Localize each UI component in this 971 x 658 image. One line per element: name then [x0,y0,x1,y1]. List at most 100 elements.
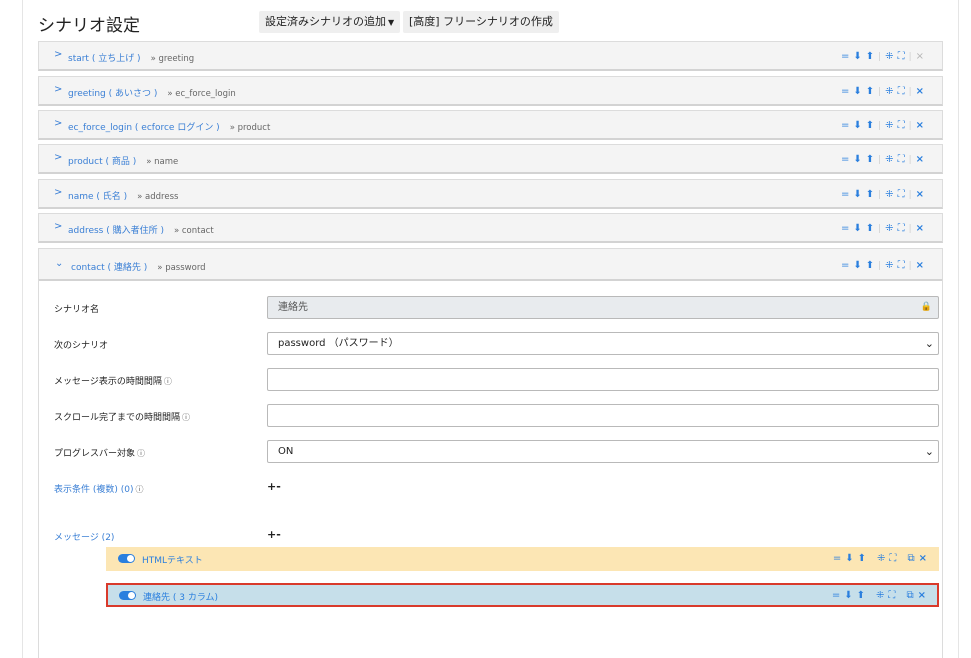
chevron-down-icon[interactable]: ⌄ [55,258,63,269]
collapse-icon[interactable]: ⁜ [876,590,884,602]
enable-toggle[interactable] [119,591,136,600]
message-interval-input[interactable] [267,368,939,391]
collapse-icon[interactable]: ⁜ [877,553,885,565]
arrow-up-icon[interactable]: ⬆ [866,260,874,272]
expand-icon[interactable]: ⛶ [898,260,905,272]
scenario-panel-product[interactable]: > product ( 商品 ) » name = ⬇ ⬆ | ⁜ ⛶ | × [38,144,943,174]
scenario-panel-start[interactable]: > start ( 立ち上げ ) » greeting = ⬇ ⬆ | ⁜ ⛶ |… [38,41,943,71]
equals-icon[interactable]: = [841,86,849,98]
collapse-icon[interactable]: ⁜ [885,154,893,166]
info-icon[interactable]: ⓘ [164,377,172,386]
info-icon[interactable]: ⓘ [182,413,190,422]
equals-icon[interactable]: = [841,223,849,235]
progress-bar-select[interactable]: ON ⌄ [267,440,939,463]
scenario-panel-ec-force-login[interactable]: > ec_force_login ( ecforce ログイン ) » produ… [38,110,943,140]
equals-icon[interactable]: = [841,189,849,201]
arrow-down-icon[interactable]: ⬇ [853,86,861,98]
close-icon[interactable]: × [916,120,924,132]
messages-link[interactable]: メッセージ (2) [54,530,114,543]
message-item-contact-3col[interactable]: 連絡先 ( 3 カラム) = ⬇ ⬆ | ⁜ ⛶ | ⧉ × [106,583,939,607]
collapse-icon[interactable]: ⁜ [885,189,893,201]
message-label: 連絡先 ( 3 カラム) [143,593,219,603]
close-icon[interactable]: × [916,86,924,98]
close-icon[interactable]: × [916,189,924,201]
chevron-right-icon[interactable]: > [54,187,62,198]
info-icon[interactable]: ⓘ [136,485,144,494]
display-conditions-link[interactable]: 表示条件 (複数) (0) ⓘ [54,482,144,495]
expand-icon[interactable]: ⛶ [898,189,905,201]
scenario-panel-name[interactable]: > name ( 氏名 ) » address = ⬇ ⬆ | ⁜ ⛶ | × [38,179,943,209]
toggle-knob [127,555,134,562]
chevron-right-icon[interactable]: > [54,49,62,60]
arrow-down-icon[interactable]: ⬇ [853,51,861,63]
arrow-up-icon[interactable]: ⬆ [858,553,866,565]
collapse-icon[interactable]: ⁜ [885,86,893,98]
expand-icon[interactable]: ⛶ [898,86,905,98]
message-label: HTMLテキスト [142,556,203,566]
scenario-name[interactable]: contact ( 連絡先 ) » password [71,260,206,273]
close-icon[interactable]: × [916,260,924,272]
conditions-add-remove[interactable]: +- [267,480,281,493]
equals-icon[interactable]: = [832,590,840,602]
arrow-up-icon[interactable]: ⬆ [866,86,874,98]
scenario-next: » password [157,263,206,273]
arrow-down-icon[interactable]: ⬇ [853,223,861,235]
create-free-scenario-button[interactable]: [高度] フリーシナリオの作成 [403,11,559,33]
equals-icon[interactable]: = [841,51,849,63]
scenario-name[interactable]: ec_force_login ( ecforce ログイン ) » product [68,120,270,133]
add-preset-scenario-button[interactable]: 設定済みシナリオの追加 ▼ [259,11,401,33]
collapse-icon[interactable]: ⁜ [885,260,893,272]
collapse-icon[interactable]: ⁜ [885,120,893,132]
chevron-right-icon[interactable]: > [54,118,62,129]
collapse-icon[interactable]: ⁜ [885,223,893,235]
arrow-down-icon[interactable]: ⬇ [853,154,861,166]
scroll-interval-input[interactable] [267,404,939,427]
next-scenario-select[interactable]: password （パスワード） ⌄ [267,332,939,355]
equals-icon[interactable]: = [833,553,841,565]
arrow-down-icon[interactable]: ⬇ [853,189,861,201]
scenario-name[interactable]: greeting ( あいさつ ) » ec_force_login [68,86,236,99]
scenario-panel-address[interactable]: > address ( 購入者住所 ) » contact = ⬇ ⬆ | ⁜ ⛶… [38,213,943,243]
arrow-up-icon[interactable]: ⬆ [866,223,874,235]
close-icon[interactable]: × [916,223,924,235]
arrow-down-icon[interactable]: ⬇ [845,553,853,565]
enable-toggle[interactable] [118,554,135,563]
scenario-name[interactable]: name ( 氏名 ) » address [68,189,178,202]
panel-toolbar: = ⬇ ⬆ | ⁜ ⛶ | × [841,222,924,236]
expand-icon[interactable]: ⛶ [889,553,896,565]
scenario-name[interactable]: start ( 立ち上げ ) » greeting [68,51,194,64]
arrow-up-icon[interactable]: ⬆ [866,51,874,63]
arrow-down-icon[interactable]: ⬇ [853,260,861,272]
close-icon[interactable]: × [918,590,926,602]
equals-icon[interactable]: = [841,120,849,132]
chevron-right-icon[interactable]: > [54,221,62,232]
scenario-name[interactable]: product ( 商品 ) » name [68,154,178,167]
scenario-name[interactable]: address ( 購入者住所 ) » contact [68,223,214,236]
expand-icon[interactable]: ⛶ [888,590,895,602]
copy-icon[interactable]: ⧉ [906,590,913,602]
info-icon[interactable]: ⓘ [137,449,145,458]
copy-icon[interactable]: ⧉ [907,553,914,565]
expand-icon[interactable]: ⛶ [898,120,905,132]
expand-icon[interactable]: ⛶ [898,154,905,166]
arrow-up-icon[interactable]: ⬆ [866,120,874,132]
arrow-up-icon[interactable]: ⬆ [857,590,865,602]
collapse-icon[interactable]: ⁜ [885,51,893,63]
expand-icon[interactable]: ⛶ [898,51,905,63]
arrow-down-icon[interactable]: ⬇ [853,120,861,132]
chevron-right-icon[interactable]: > [54,84,62,95]
messages-add-remove[interactable]: +- [267,528,281,541]
equals-icon[interactable]: = [841,154,849,166]
message-toolbar: = ⬇ ⬆ | ⁜ ⛶ | ⧉ × [832,589,926,603]
close-icon[interactable]: × [916,154,924,166]
close-icon[interactable]: × [919,553,927,565]
chevron-right-icon[interactable]: > [54,152,62,163]
expand-icon[interactable]: ⛶ [898,223,905,235]
message-item-html-text[interactable]: HTMLテキスト = ⬇ ⬆ | ⁜ ⛶ | ⧉ × [106,547,939,571]
arrow-up-icon[interactable]: ⬆ [866,189,874,201]
scenario-panel-greeting[interactable]: > greeting ( あいさつ ) » ec_force_login = ⬇ … [38,76,943,106]
equals-icon[interactable]: = [841,260,849,272]
scenario-panel-contact[interactable]: ⌄ contact ( 連絡先 ) » password = ⬇ ⬆ | ⁜ ⛶ … [38,248,943,281]
arrow-down-icon[interactable]: ⬇ [844,590,852,602]
arrow-up-icon[interactable]: ⬆ [866,154,874,166]
